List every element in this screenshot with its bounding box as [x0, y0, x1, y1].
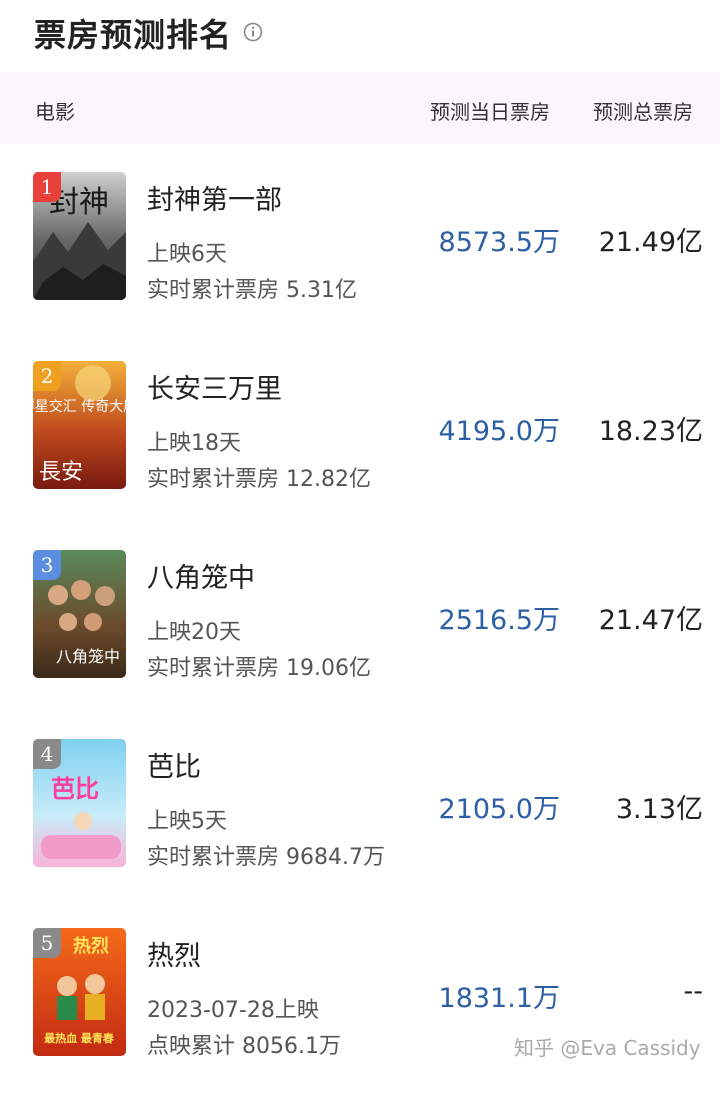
movie-title[interactable]: 封神第一部	[147, 178, 282, 217]
poster-text: 热烈	[73, 935, 109, 957]
movie-title[interactable]: 热烈	[147, 934, 201, 973]
info-circle-icon[interactable]	[243, 22, 263, 42]
movie-poster[interactable]: 封神 1	[33, 172, 126, 300]
release-info: 上映5天	[147, 809, 227, 834]
release-info: 上映18天	[147, 431, 241, 456]
movie-poster[interactable]: 热烈 最热血 最青春 5	[33, 928, 126, 1056]
release-info: 上映20天	[147, 620, 241, 645]
watermark: 知乎 @Eva Cassidy	[514, 1036, 701, 1060]
page-title: 票房预测排名	[34, 16, 233, 54]
poster-text: 最热血 最青春	[44, 1031, 115, 1045]
predicted-total-box-office: 21.49亿	[598, 227, 703, 258]
release-info: 2023-07-28上映	[147, 998, 319, 1023]
poster-text: 八角笼中	[56, 647, 120, 666]
movie-poster[interactable]: 群星交汇 传奇大唐 長安 2	[33, 361, 126, 489]
predicted-total-box-office: 3.13亿	[615, 794, 703, 825]
predicted-total-box-office: 18.23亿	[598, 416, 703, 447]
predicted-total-box-office: --	[683, 976, 704, 1007]
header: 票房预测排名	[0, 0, 720, 70]
movie-title[interactable]: 芭比	[147, 745, 201, 784]
movie-poster[interactable]: 芭比 4	[33, 739, 126, 867]
cumulative-box-office: 实时累计票房 5.31亿	[147, 278, 357, 303]
movie-row[interactable]: 群星交汇 传奇大唐 長安 2 长安三万里 上映18天 实时累计票房 12.82亿…	[0, 361, 720, 551]
rank-badge: 5	[33, 928, 61, 958]
rank-badge: 4	[33, 739, 61, 769]
poster-text: 芭比	[51, 775, 99, 803]
cumulative-box-office: 实时累计票房 9684.7万	[147, 845, 385, 870]
predicted-total-box-office: 21.47亿	[598, 605, 703, 636]
movie-row[interactable]: 芭比 4 芭比 上映5天 实时累计票房 9684.7万 2105.0万 3.13…	[0, 739, 720, 929]
cumulative-box-office: 点映累计 8056.1万	[147, 1034, 341, 1059]
cumulative-box-office: 实时累计票房 19.06亿	[147, 656, 371, 681]
rank-badge: 1	[33, 172, 61, 202]
movie-title[interactable]: 八角笼中	[147, 556, 255, 595]
column-header: 电影 预测当日票房 预测总票房	[0, 72, 720, 144]
column-today-box-office[interactable]: 预测当日票房	[430, 96, 550, 125]
release-info: 上映6天	[147, 242, 227, 267]
column-total-box-office[interactable]: 预测总票房	[593, 96, 693, 125]
movie-row[interactable]: 封神 1 封神第一部 上映6天 实时累计票房 5.31亿 8573.5万 21.…	[0, 172, 720, 362]
column-movie[interactable]: 电影	[35, 96, 75, 125]
poster-text: 長安	[39, 460, 83, 485]
rank-badge: 3	[33, 550, 61, 580]
movie-poster[interactable]: 八角笼中 3	[33, 550, 126, 678]
movie-title[interactable]: 长安三万里	[147, 367, 282, 406]
movie-row[interactable]: 八角笼中 3 八角笼中 上映20天 实时累计票房 19.06亿 2516.5万 …	[0, 550, 720, 740]
movie-row[interactable]: 热烈 最热血 最青春 5 热烈 2023-07-28上映 点映累计 8056.1…	[0, 928, 720, 1118]
poster-text: 群星交汇 传奇大唐	[33, 398, 126, 415]
rank-badge: 2	[33, 361, 61, 391]
cumulative-box-office: 实时累计票房 12.82亿	[147, 467, 371, 492]
